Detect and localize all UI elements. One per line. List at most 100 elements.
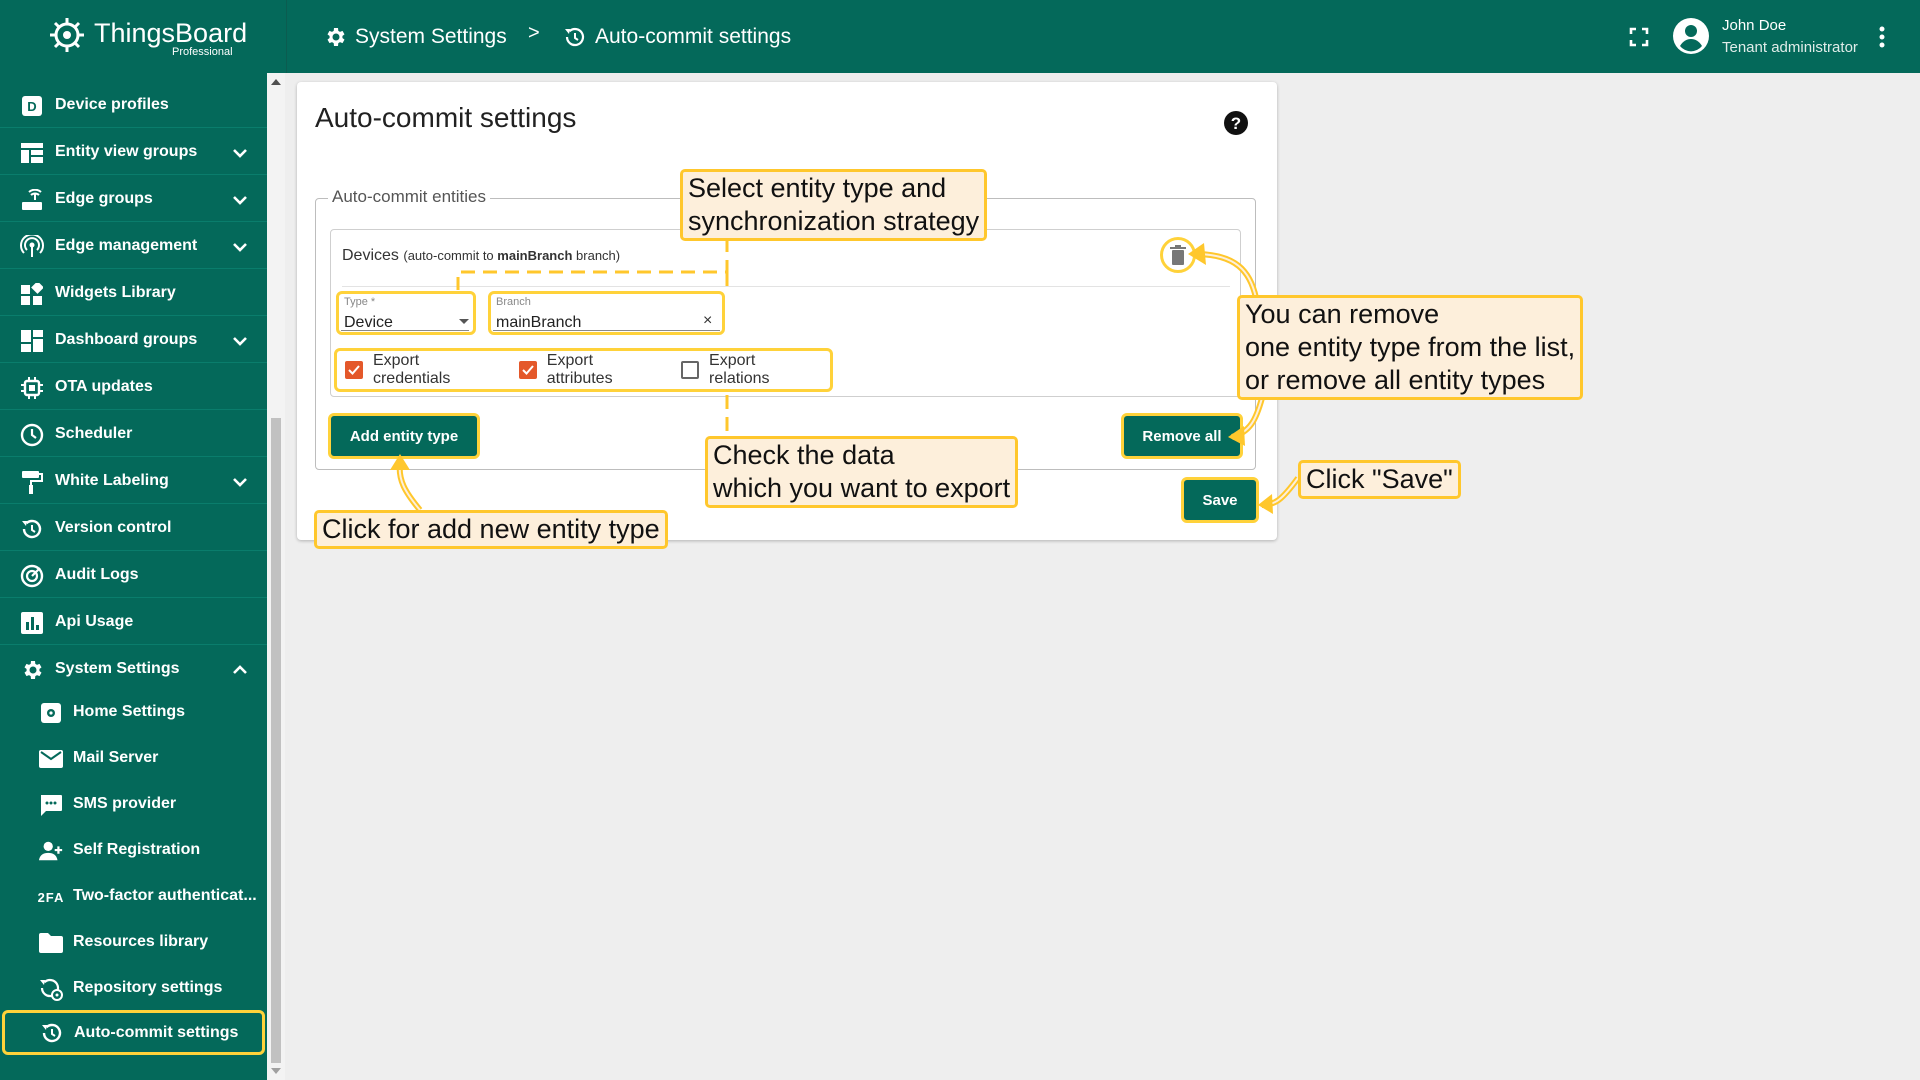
router-icon <box>20 188 44 212</box>
home-settings-icon <box>38 701 64 725</box>
top-toolbar: ThingsBoard Professional System Settings… <box>0 0 1920 73</box>
remove-all-button[interactable]: Remove all <box>1121 413 1243 459</box>
antenna-icon <box>20 235 44 259</box>
sidebar-item-scheduler[interactable]: Scheduler <box>0 412 267 457</box>
sidebar-item-label: Dashboard groups <box>55 331 198 348</box>
scrollbar-thumb[interactable] <box>271 418 281 1063</box>
callout-click-add: Click for add new entity type <box>314 510 668 549</box>
sidebar-subitem-auto-commit-settings[interactable]: Auto-commit settings <box>2 1010 265 1055</box>
callout-line: Click "Save" <box>1306 464 1453 494</box>
thingsboard-logo[interactable]: ThingsBoard Professional <box>46 12 286 62</box>
fullscreen-icon[interactable] <box>1626 24 1652 50</box>
sidebar-item-ota-updates[interactable]: OTA updates <box>0 365 267 410</box>
sidebar-item-label: Version control <box>55 519 172 536</box>
scroll-down-arrow-icon[interactable] <box>271 1068 281 1074</box>
sidebar-subitem-resources-library[interactable]: Resources library <box>0 920 267 965</box>
dashboard-icon <box>20 329 44 353</box>
sidebar-subitem-repository-settings[interactable]: Repository settings <box>0 966 267 1011</box>
export-credentials-checkbox[interactable]: Export credentials <box>345 352 501 388</box>
sidebar-item-label: Auto-commit settings <box>74 1024 239 1041</box>
callout-line: which you want to export <box>713 473 1011 503</box>
sidebar-item-system-settings[interactable]: System Settings <box>0 647 267 692</box>
delete-entity-type-button[interactable] <box>1160 237 1196 273</box>
sidebar-item-widgets-library[interactable]: Widgets Library <box>0 271 267 316</box>
sidebar-subitem-home-settings[interactable]: Home Settings <box>0 690 267 735</box>
entity-type-panel: Devices (auto-commit to mainBranch branc… <box>330 229 1241 397</box>
sidebar-subitem-mail-server[interactable]: Mail Server <box>0 736 267 781</box>
sidebar-item-edge-management[interactable]: Edge management <box>0 224 267 269</box>
checkbox-label: Export relations <box>709 352 770 387</box>
scroll-up-arrow-icon[interactable] <box>271 79 281 85</box>
entity-title: Devices (auto-commit to mainBranch branc… <box>342 247 620 265</box>
type-field-underline <box>341 330 469 331</box>
more-vert-icon[interactable] <box>1872 24 1892 50</box>
branch-field-underline <box>493 330 720 331</box>
checkbox-label: Export credentials <box>372 352 451 387</box>
sidebar-scrollbar[interactable] <box>267 73 285 1080</box>
export-relations-checkbox[interactable]: Export relations <box>681 352 820 388</box>
chevron-down-icon <box>233 149 247 158</box>
chevron-down-icon <box>233 478 247 487</box>
chevron-down-icon <box>233 243 247 252</box>
sidebar-item-label: Api Usage <box>55 613 134 630</box>
breadcrumb-auto-commit: Auto-commit settings <box>563 22 791 52</box>
history-icon <box>20 517 44 541</box>
sidebar-item-label: Device profiles <box>55 96 169 113</box>
sidebar-item-audit-logs[interactable]: Audit Logs <box>0 553 267 598</box>
paint-roller-icon <box>20 470 44 494</box>
breadcrumb-separator: > <box>528 22 540 44</box>
type-select[interactable]: Type * Device <box>336 291 476 335</box>
sidebar-subitem-sms-provider[interactable]: SMS provider <box>0 782 267 827</box>
sidebar-item-white-labeling[interactable]: White Labeling <box>0 459 267 504</box>
breadcrumb-system-settings[interactable]: System Settings <box>323 22 507 52</box>
sidebar-item-label: Entity view groups <box>55 143 198 160</box>
sidebar-item-entity-view-groups[interactable]: Entity view groups <box>0 130 267 175</box>
sidebar-subitem-self-registration[interactable]: Self Registration <box>0 828 267 873</box>
callout-line: Select entity type and <box>688 173 947 203</box>
add-entity-type-button[interactable]: Add entity type <box>328 413 480 459</box>
clock-icon <box>20 423 44 447</box>
widgets-icon <box>20 282 44 306</box>
help-icon[interactable]: ? <box>1223 110 1249 136</box>
gear-icon <box>327 28 345 46</box>
checkbox-label: Export attributes <box>546 352 613 387</box>
entity-divider <box>342 286 1230 287</box>
export-options: Export credentials Export attributes Exp… <box>334 348 833 392</box>
export-attributes-checkbox[interactable]: Export attributes <box>518 352 663 388</box>
callout-line: or remove all entity types <box>1245 365 1546 395</box>
sidebar-item-label: Edge groups <box>55 190 153 207</box>
svg-text:?: ? <box>1231 114 1241 133</box>
two-factor-icon: 2FA <box>37 889 65 905</box>
view-grid-icon <box>20 141 44 165</box>
callout-line: Click for add new entity type <box>322 514 660 544</box>
memory-chip-icon <box>20 376 44 400</box>
sidebar-item-api-usage[interactable]: Api Usage <box>0 600 267 645</box>
user-name[interactable]: John Doe <box>1722 17 1786 34</box>
sidebar-item-label: Repository settings <box>73 979 223 996</box>
thingsboard-logo-icon <box>50 18 84 52</box>
entity-name: Devices <box>342 247 399 264</box>
sidebar-item-label: Two-factor authenticat... <box>73 887 257 904</box>
sidebar-item-dashboard-groups[interactable]: Dashboard groups <box>0 318 267 363</box>
sidebar-item-label: Audit Logs <box>55 566 139 583</box>
type-field-label: Type * <box>344 296 376 308</box>
sidebar-item-label: Mail Server <box>73 749 159 766</box>
sidebar-item-version-control[interactable]: Version control <box>0 506 267 551</box>
sidebar-subitem-two-factor[interactable]: 2FA Two-factor authenticat... <box>0 874 267 919</box>
branch-input[interactable]: Branch mainBranch × <box>488 291 725 335</box>
sidebar-item-edge-groups[interactable]: Edge groups <box>0 177 267 222</box>
account-circle-icon[interactable] <box>1672 17 1710 55</box>
header-divider <box>286 0 287 73</box>
breadcrumb-label: Auto-commit settings <box>595 25 792 48</box>
clear-icon[interactable]: × <box>703 312 712 330</box>
entity-caption-suffix: branch) <box>572 248 621 263</box>
sidebar-item-label: Widgets Library <box>55 284 176 301</box>
gear-icon <box>20 658 44 682</box>
callout-line: synchronization strategy <box>688 206 980 236</box>
callout-line: You can remove <box>1245 299 1440 329</box>
bar-chart-icon <box>20 611 44 635</box>
save-button[interactable]: Save <box>1181 477 1259 523</box>
sidebar-item-device-profiles[interactable]: D Device profiles <box>0 83 267 128</box>
sidebar-item-label: Scheduler <box>55 425 133 442</box>
sidebar-item-label: White Labeling <box>55 472 169 489</box>
